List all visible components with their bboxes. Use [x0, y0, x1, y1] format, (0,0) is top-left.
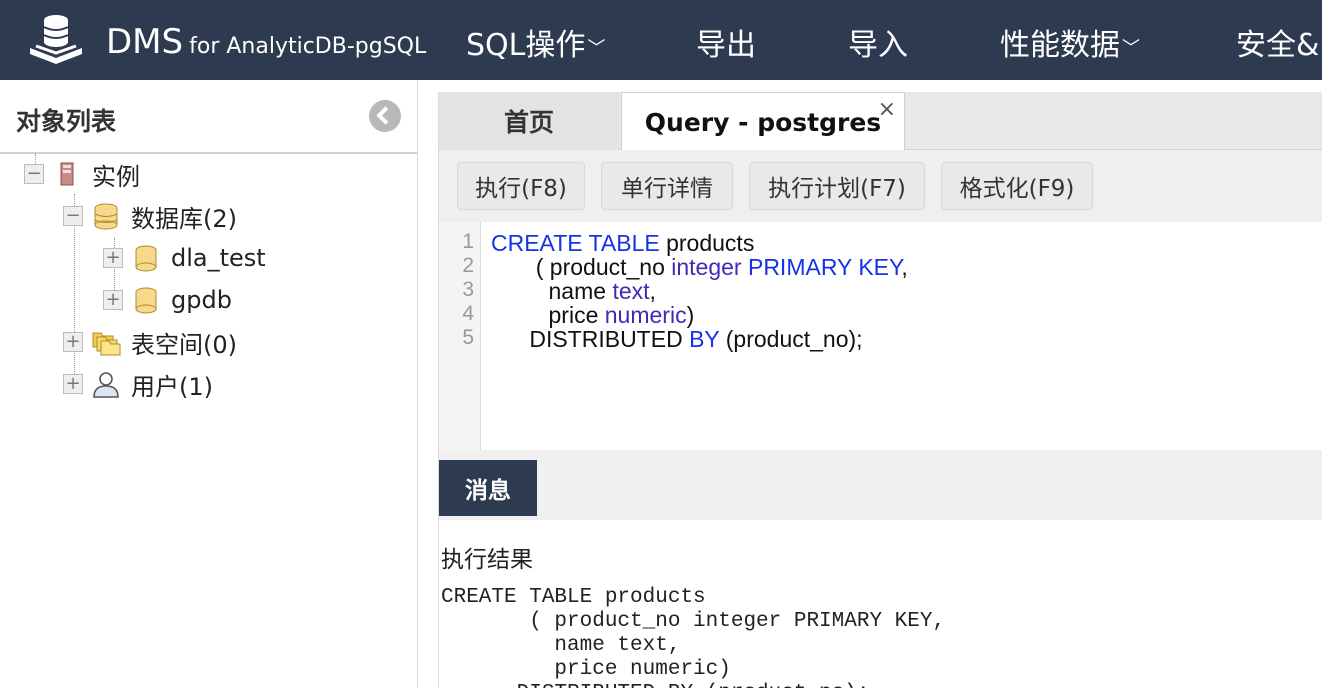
code-line: name text, [491, 278, 656, 305]
execution-result-panel: 执行结果 CREATE TABLE products ( product_no … [439, 520, 1322, 688]
line-number: 5 [462, 326, 474, 349]
close-icon[interactable]: × [878, 97, 896, 122]
object-list-header: 对象列表 [0, 80, 417, 154]
app-name: DMS [106, 22, 184, 62]
tab-query-label: Query - postgres [644, 107, 882, 137]
sql-text: , [649, 278, 656, 304]
database-icon [135, 287, 157, 314]
line-number-gutter: 12345 [439, 222, 481, 450]
nav-sql-ops[interactable]: SQL操作 ﹀ [466, 20, 605, 64]
tree-label-databases: 数据库(2) [131, 204, 237, 233]
object-list-title: 对象列表 [16, 107, 117, 136]
format-button[interactable]: 格式化(F9) [941, 162, 1093, 210]
sql-keyword: CREATE TABLE [491, 230, 660, 256]
collapse-toggle-icon[interactable]: − [63, 206, 83, 226]
tree-label-tablespaces: 表空间(0) [131, 330, 237, 359]
tree-node-tablespaces[interactable]: + 表空间(0) [63, 322, 237, 362]
line-number: 3 [462, 278, 474, 301]
sql-type: numeric [604, 302, 687, 328]
chevron-down-icon: ﹀ [1122, 37, 1140, 59]
sql-text: (product_no); [719, 326, 863, 352]
nav-performance-label: 性能数据 [1000, 28, 1120, 63]
expand-toggle-icon[interactable]: + [63, 332, 83, 352]
tree-node-db-gpdb[interactable]: + gpdb [103, 280, 232, 320]
line-number: 1 [462, 230, 474, 253]
sql-keyword: PRIMARY KEY [747, 254, 902, 280]
expand-toggle-icon[interactable]: + [63, 374, 83, 394]
tab-bar: 首页 Query - postgres × [439, 92, 1322, 151]
sql-keyword: BY [689, 326, 720, 352]
sql-text: ( product_no [491, 254, 672, 280]
sql-text: products [659, 230, 755, 256]
app-title: DMS for AnalyticDB-pgSQL [106, 22, 426, 62]
sql-editor[interactable]: 12345 CREATE TABLE products ( product_no… [439, 222, 1322, 450]
code-line: CREATE TABLE products [491, 230, 754, 257]
query-workspace: 首页 Query - postgres × 执行(F8) 单行详情 执行计划(F… [438, 92, 1322, 688]
tab-home-label: 首页 [503, 108, 554, 137]
nav-sql-ops-label: SQL操作 [466, 28, 586, 63]
collapse-toggle-icon[interactable]: − [24, 164, 44, 184]
app-subtitle: for AnalyticDB-pgSQL [189, 34, 427, 59]
line-number: 4 [462, 302, 474, 325]
database-stack-logo-icon [30, 15, 82, 64]
line-number: 2 [462, 254, 474, 277]
tree-label-dla-test: dla_test [171, 244, 266, 272]
explain-plan-button[interactable]: 执行计划(F7) [749, 162, 925, 210]
sql-text: , [901, 254, 908, 280]
sql-text: ) [686, 302, 695, 328]
tree-label-users: 用户(1) [131, 372, 213, 401]
server-instance-icon [60, 162, 74, 186]
code-line: price numeric) [491, 302, 695, 329]
sql-type: integer [671, 254, 742, 280]
nav-export-label: 导出 [696, 28, 756, 63]
tree-node-databases[interactable]: − 数据库(2) [63, 196, 237, 236]
object-list-panel: 对象列表 − 实例 − 数据库(2) + dla_test + gpdb + 表… [0, 80, 418, 688]
tab-home[interactable]: 首页 [439, 92, 619, 150]
execute-button[interactable]: 执行(F8) [457, 162, 585, 210]
user-icon [93, 372, 119, 398]
database-icon [135, 245, 157, 272]
sql-type: text [612, 278, 650, 304]
row-detail-button[interactable]: 单行详情 [601, 162, 733, 210]
code-line: DISTRIBUTED BY (product_no); [491, 326, 863, 353]
database-group-icon [94, 203, 118, 230]
nav-performance[interactable]: 性能数据 ﹀ [1000, 20, 1140, 64]
tree-node-instance[interactable]: − 实例 [24, 154, 140, 194]
tree-label-gpdb: gpdb [171, 286, 232, 314]
nav-export[interactable]: 导出 [696, 20, 756, 64]
editor-toolbar: 执行(F8) 单行详情 执行计划(F7) 格式化(F9) [439, 150, 1322, 222]
tab-messages[interactable]: 消息 [439, 460, 537, 516]
folder-stack-icon [92, 332, 121, 356]
expand-toggle-icon[interactable]: + [103, 290, 123, 310]
sql-text: price [491, 302, 605, 328]
nav-import[interactable]: 导入 [848, 20, 908, 64]
message-tab-bar: 消息 [439, 450, 1322, 520]
tree-label-instance: 实例 [92, 162, 140, 191]
result-sql-text: CREATE TABLE products ( product_no integ… [441, 586, 946, 688]
nav-security[interactable]: 安全& [1236, 20, 1319, 64]
top-navigation-bar: DMS for AnalyticDB-pgSQL SQL操作 ﹀ 导出 导入 性能数… [0, 0, 1322, 80]
tree-node-users[interactable]: + 用户(1) [63, 364, 213, 404]
collapse-panel-button[interactable] [369, 100, 401, 132]
tree-node-db-dla-test[interactable]: + dla_test [103, 238, 266, 278]
nav-import-label: 导入 [848, 28, 908, 63]
nav-security-label: 安全& [1236, 28, 1320, 63]
code-line: ( product_no integer PRIMARY KEY, [491, 254, 908, 281]
sql-text: DISTRIBUTED [491, 326, 690, 352]
object-tree: − 实例 − 数据库(2) + dla_test + gpdb + 表空间(0)… [0, 154, 418, 688]
result-title: 执行结果 [441, 547, 533, 573]
chevron-down-icon: ﹀ [587, 37, 606, 59]
expand-toggle-icon[interactable]: + [103, 248, 123, 268]
sql-text: name [491, 278, 613, 304]
tab-query-postgres[interactable]: Query - postgres × [621, 92, 905, 151]
